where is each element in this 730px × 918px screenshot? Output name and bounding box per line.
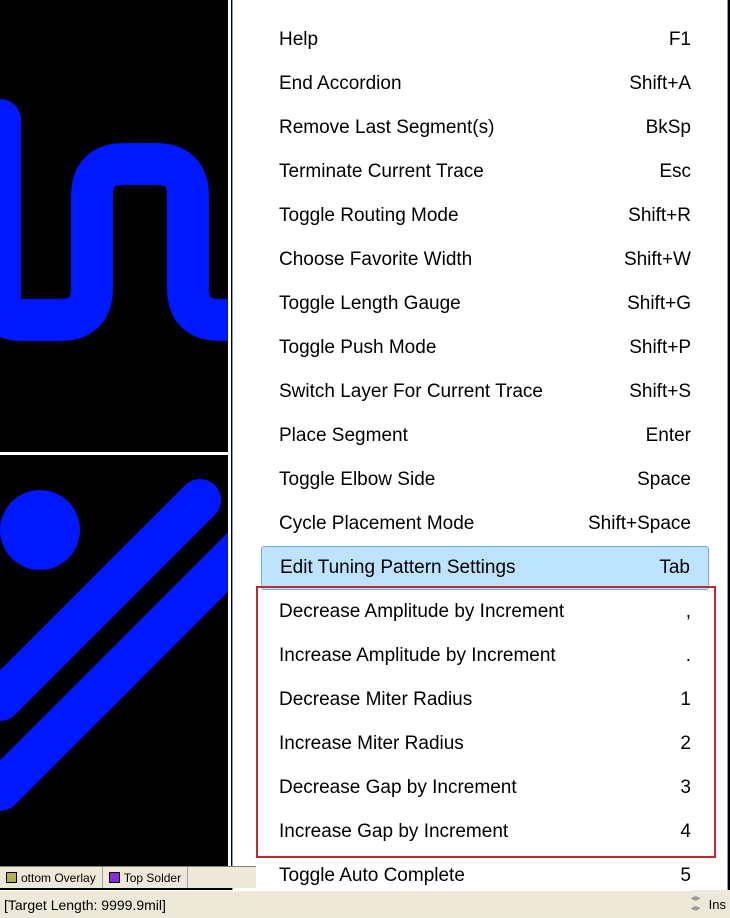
menu-item-label: Place Segment <box>279 425 408 447</box>
menu-item-shortcut: Esc <box>659 161 691 183</box>
menu-item-label: Increase Amplitude by Increment <box>279 645 556 667</box>
menu-item-toggle-length-gauge[interactable]: Toggle Length Gauge Shift+G <box>261 282 709 326</box>
menu-item-shortcut: 5 <box>680 865 691 887</box>
menu-item-toggle-push-mode[interactable]: Toggle Push Mode Shift+P <box>261 326 709 370</box>
status-bar-right: ◂▸◂▸ Ins <box>691 890 730 918</box>
context-menu-popup: Help F1 End Accordion Shift+A Remove Last Se… <box>232 0 728 918</box>
menu-item-label: Increase Miter Radius <box>279 733 464 755</box>
horizontal-divider <box>0 452 228 455</box>
menu-item-decrease-amplitude-by-increment[interactable]: Decrease Amplitude by Increment, <box>261 590 709 634</box>
menu-item-label: Increase Gap by Increment <box>279 821 508 843</box>
menu-item-shortcut: Shift+S <box>629 381 691 403</box>
tab-bottom-overlay[interactable]: ottom Overlay <box>0 867 103 888</box>
menu-item-shortcut: BkSp <box>646 117 691 139</box>
menu-item-label: Toggle Push Mode <box>279 337 436 359</box>
menu-item-shortcut: Enter <box>646 425 691 447</box>
menu-item-toggle-routing-mode[interactable]: Toggle Routing Mode Shift+R <box>261 194 709 238</box>
scroll-arrows-icon[interactable]: ◂▸◂▸ <box>691 894 701 914</box>
menu-item-shortcut: , <box>686 601 691 623</box>
menu-item-label: Edit Tuning Pattern Settings <box>280 557 516 579</box>
vertical-divider <box>228 0 231 888</box>
menu-item-label: Toggle Auto Complete <box>279 865 465 887</box>
swatch-icon <box>109 872 120 883</box>
menu-item-choose-favorite-width[interactable]: Choose Favorite Width Shift+W <box>261 238 709 282</box>
menu-item-label: Toggle Routing Mode <box>279 205 459 227</box>
menu-item-label: Terminate Current Trace <box>279 161 484 183</box>
menu-item-label: End Accordion <box>279 73 402 95</box>
menu-item-label: Toggle Elbow Side <box>279 469 435 491</box>
context-menu: Help F1 End Accordion Shift+A Remove Last Se… <box>261 18 709 918</box>
status-target-length: [Target Length: 9999.9mil] <box>4 897 166 913</box>
menu-item-edit-tuning-pattern-settings[interactable]: Edit Tuning Pattern Settings Tab <box>261 546 709 590</box>
menu-item-toggle-elbow-side[interactable]: Toggle Elbow Side Space <box>261 458 709 502</box>
menu-item-remove-last-segment-s[interactable]: Remove Last Segment(s) BkSp <box>261 106 709 150</box>
menu-item-shortcut: Shift+W <box>624 249 691 271</box>
menu-item-shortcut: 3 <box>680 777 691 799</box>
menu-item-increase-gap-by-increment[interactable]: Increase Gap by Increment 4 <box>261 810 709 854</box>
menu-item-increase-amplitude-by-increment[interactable]: Increase Amplitude by Increment. <box>261 634 709 678</box>
menu-item-label: Help <box>279 29 318 51</box>
menu-item-label: Remove Last Segment(s) <box>279 117 494 139</box>
menu-item-shortcut: Space <box>637 469 691 491</box>
menu-item-place-segment[interactable]: Place Segment Enter <box>261 414 709 458</box>
menu-item-label: Switch Layer For Current Trace <box>279 381 543 403</box>
menu-item-cycle-placement-mode[interactable]: Cycle Placement Mode Shift+Space <box>261 502 709 546</box>
menu-item-increase-miter-radius[interactable]: Increase Miter Radius 2 <box>261 722 709 766</box>
menu-item-shortcut: F1 <box>669 29 691 51</box>
app-stage: Help F1 End Accordion Shift+A Remove Last Se… <box>0 0 730 918</box>
menu-item-shortcut: . <box>686 645 691 667</box>
menu-item-label: Decrease Miter Radius <box>279 689 472 711</box>
menu-item-decrease-gap-by-increment[interactable]: Decrease Gap by Increment 3 <box>261 766 709 810</box>
tab-label: ottom Overlay <box>21 871 96 885</box>
menu-item-label: Decrease Gap by Increment <box>279 777 517 799</box>
menu-item-terminate-current-trace[interactable]: Terminate Current Trace Esc <box>261 150 709 194</box>
menu-item-label: Toggle Length Gauge <box>279 293 461 315</box>
menu-item-decrease-miter-radius[interactable]: Decrease Miter Radius 1 <box>261 678 709 722</box>
menu-item-shortcut: Shift+Space <box>588 513 691 535</box>
trace-svg <box>0 0 228 888</box>
menu-item-end-accordion[interactable]: End Accordion Shift+A <box>261 62 709 106</box>
menu-item-shortcut: Shift+P <box>629 337 691 359</box>
menu-item-help[interactable]: Help F1 <box>261 18 709 62</box>
menu-item-label: Decrease Amplitude by Increment <box>279 601 564 623</box>
menu-item-shortcut: Shift+G <box>627 293 691 315</box>
menu-item-label: Cycle Placement Mode <box>279 513 474 535</box>
menu-item-shortcut: 2 <box>680 733 691 755</box>
pcb-canvas[interactable] <box>0 0 228 888</box>
menu-item-shortcut: Shift+A <box>629 73 691 95</box>
tab-label: Top Solder <box>124 871 181 885</box>
status-ins: Ins <box>709 897 726 912</box>
menu-item-shortcut: 1 <box>680 689 691 711</box>
menu-item-shortcut: 4 <box>680 821 691 843</box>
menu-item-label: Choose Favorite Width <box>279 249 472 271</box>
status-bar: [Target Length: 9999.9mil] <box>0 890 730 918</box>
tab-top-solder[interactable]: Top Solder <box>103 867 188 888</box>
swatch-icon <box>6 872 17 883</box>
menu-item-switch-layer-for-current-trace[interactable]: Switch Layer For Current Trace Shift+S <box>261 370 709 414</box>
layer-tabs: ottom Overlay Top Solder <box>0 866 256 888</box>
menu-item-shortcut: Shift+R <box>628 205 691 227</box>
menu-item-shortcut: Tab <box>659 557 690 579</box>
